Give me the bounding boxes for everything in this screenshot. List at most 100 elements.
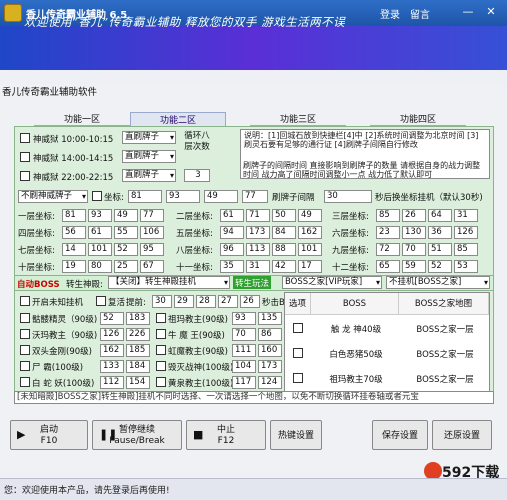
- boss-checkbox[interactable]: [20, 345, 30, 355]
- layer-coord-input[interactable]: 64: [428, 209, 452, 222]
- timed-2-mode-select[interactable]: 直刷牌子: [122, 150, 176, 163]
- boss-x-input[interactable]: 117: [232, 376, 256, 389]
- layer-coord-input[interactable]: 80: [88, 260, 112, 273]
- layer-coord-input[interactable]: 113: [246, 243, 270, 256]
- layer-coord-input[interactable]: 67: [140, 260, 164, 273]
- layer-coord-input[interactable]: 88: [272, 243, 296, 256]
- layer-coord-input[interactable]: 126: [454, 226, 478, 239]
- layer-coord-input[interactable]: 65: [376, 260, 400, 273]
- timed-1-mode-select[interactable]: 直刷牌子: [122, 131, 176, 144]
- restore-button[interactable]: 还原设置: [432, 420, 492, 450]
- layer-coord-input[interactable]: 51: [428, 243, 452, 256]
- boss-table-checkbox[interactable]: [293, 348, 303, 358]
- layer-coord-input[interactable]: 49: [298, 209, 322, 222]
- stop-button[interactable]: ■ 中止 F12: [186, 420, 266, 450]
- layer-coord-input[interactable]: 56: [62, 226, 86, 239]
- coord-x-input[interactable]: 81: [128, 190, 162, 203]
- coord-y2-input[interactable]: 77: [242, 190, 268, 203]
- boss-home-select[interactable]: BOSS之家[VIP玩家]: [282, 276, 382, 289]
- tab-function-2[interactable]: 功能二区: [130, 112, 226, 126]
- advance-input-5[interactable]: 26: [240, 295, 260, 308]
- timed-3-mode-select[interactable]: 直刷牌子: [122, 169, 176, 182]
- boss-y-input[interactable]: 160: [258, 344, 282, 357]
- layer-coord-input[interactable]: 14: [62, 243, 86, 256]
- layer-coord-input[interactable]: 72: [376, 243, 400, 256]
- reborn-select[interactable]: 【关闭】转生神殿挂机: [108, 276, 230, 289]
- layer-coord-input[interactable]: 23: [376, 226, 400, 239]
- layer-coord-input[interactable]: 52: [114, 243, 138, 256]
- boss-checkbox[interactable]: [20, 377, 30, 387]
- boss-x-input[interactable]: 104: [232, 360, 256, 373]
- boss-x-input[interactable]: 162: [100, 344, 124, 357]
- reborn-play-button[interactable]: 转生玩法: [233, 276, 272, 289]
- boss-checkbox[interactable]: [20, 361, 30, 371]
- layer-coord-input[interactable]: 93: [88, 209, 112, 222]
- coord-x2-input[interactable]: 49: [204, 190, 238, 203]
- layer-coord-input[interactable]: 130: [402, 226, 426, 239]
- login-link[interactable]: 登录: [380, 6, 400, 21]
- layer-coord-input[interactable]: 77: [140, 209, 164, 222]
- mode-select[interactable]: 不刷神威牌子: [18, 190, 88, 203]
- boss-y-input[interactable]: 226: [126, 328, 150, 341]
- advance-input-4[interactable]: 27: [218, 295, 238, 308]
- pause-button[interactable]: ❚❚ 暂停继续 Pause/Break: [92, 420, 182, 450]
- tab-function-1[interactable]: 功能一区: [34, 112, 130, 126]
- message-link[interactable]: 留言: [410, 6, 430, 21]
- boss-table-checkbox[interactable]: [293, 323, 303, 333]
- tab-function-3[interactable]: 功能三区: [250, 112, 346, 126]
- boss-checkbox[interactable]: [156, 345, 166, 355]
- boss-y-input[interactable]: 183: [126, 312, 150, 325]
- layer-coord-input[interactable]: 59: [402, 260, 426, 273]
- coord-checkbox[interactable]: [92, 191, 102, 201]
- layer-coord-input[interactable]: 94: [220, 226, 244, 239]
- boss-checkbox[interactable]: [156, 361, 166, 371]
- layer-coord-input[interactable]: 85: [376, 209, 400, 222]
- layer-coord-input[interactable]: 35: [220, 260, 244, 273]
- boss-x-input[interactable]: 70: [232, 328, 256, 341]
- layer-coord-input[interactable]: 173: [246, 226, 270, 239]
- timed-1-checkbox[interactable]: [20, 133, 30, 143]
- boss-checkbox[interactable]: [20, 329, 30, 339]
- close-button[interactable]: ✕: [483, 5, 499, 20]
- boss-table-checkbox[interactable]: [293, 373, 303, 383]
- loop-count-input[interactable]: 3: [184, 169, 210, 182]
- boss-x-input[interactable]: 133: [100, 360, 124, 373]
- boss-y-input[interactable]: 154: [126, 376, 150, 389]
- minimize-button[interactable]: —: [460, 5, 476, 20]
- layer-coord-input[interactable]: 101: [298, 243, 322, 256]
- boss-x-input[interactable]: 111: [232, 344, 256, 357]
- start-button[interactable]: ▶ 启动 F10: [10, 420, 88, 450]
- boss-checkbox[interactable]: [156, 377, 166, 387]
- layer-coord-input[interactable]: 70: [402, 243, 426, 256]
- hotkey-button[interactable]: 热键设置: [270, 420, 322, 450]
- boss-y-input[interactable]: 86: [258, 328, 282, 341]
- boss-y-input[interactable]: 135: [258, 312, 282, 325]
- boss-x-input[interactable]: 112: [100, 376, 124, 389]
- boss-checkbox[interactable]: [156, 329, 166, 339]
- layer-coord-input[interactable]: 84: [272, 226, 296, 239]
- boss-x-input[interactable]: 126: [100, 328, 124, 341]
- boss-y-input[interactable]: 173: [258, 360, 282, 373]
- boss-x-input[interactable]: 52: [100, 312, 124, 325]
- layer-coord-input[interactable]: 31: [454, 209, 478, 222]
- timed-2-checkbox[interactable]: [20, 152, 30, 162]
- boss-y-input[interactable]: 185: [126, 344, 150, 357]
- boss-y-input[interactable]: 184: [126, 360, 150, 373]
- layer-coord-input[interactable]: 17: [298, 260, 322, 273]
- interval-input[interactable]: 30: [324, 190, 372, 203]
- layer-coord-input[interactable]: 106: [140, 226, 164, 239]
- layer-coord-input[interactable]: 95: [140, 243, 164, 256]
- boss-x-input[interactable]: 93: [232, 312, 256, 325]
- boss-checkbox[interactable]: [156, 313, 166, 323]
- layer-coord-input[interactable]: 26: [402, 209, 426, 222]
- layer-coord-input[interactable]: 53: [454, 260, 478, 273]
- layer-coord-input[interactable]: 31: [246, 260, 270, 273]
- layer-coord-input[interactable]: 36: [428, 226, 452, 239]
- boss-checkbox[interactable]: [20, 313, 30, 323]
- layer-coord-input[interactable]: 61: [220, 209, 244, 222]
- advance-input-3[interactable]: 28: [196, 295, 216, 308]
- layer-coord-input[interactable]: 81: [62, 209, 86, 222]
- save-button[interactable]: 保存设置: [372, 420, 428, 450]
- not-hang-select[interactable]: 不挂机[BOSS之家]: [386, 276, 490, 289]
- layer-coord-input[interactable]: 85: [454, 243, 478, 256]
